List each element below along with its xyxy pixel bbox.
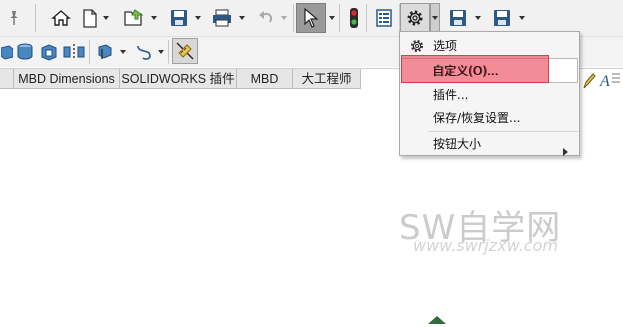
chevron-down-icon[interactable]	[150, 5, 158, 31]
chevron-right-icon	[563, 140, 568, 164]
chevron-down-icon[interactable]	[238, 5, 246, 31]
menu-item-button-size[interactable]: 按钮大小	[400, 132, 579, 156]
save-icon[interactable]	[168, 5, 190, 31]
text-annotation-icon[interactable]: A	[598, 70, 622, 93]
pin-icon[interactable]	[4, 5, 24, 31]
tab-mbd-dimensions[interactable]: MBD Dimensions	[14, 69, 120, 89]
tab-great-engineer[interactable]: 大工程师	[293, 69, 361, 89]
print-icon[interactable]	[209, 5, 235, 31]
undo-icon[interactable]	[255, 5, 277, 31]
reference-geometry-icon[interactable]	[94, 39, 116, 65]
pencil-icon[interactable]	[582, 72, 596, 93]
cylinder-icon[interactable]	[14, 39, 36, 65]
shell-icon[interactable]	[38, 39, 60, 65]
mirror-icon[interactable]	[62, 39, 86, 65]
chevron-down-icon[interactable]	[280, 5, 288, 31]
options-gear-icon[interactable]	[400, 3, 430, 33]
new-file-icon[interactable]	[80, 5, 100, 31]
select-cursor-icon[interactable]	[296, 3, 326, 33]
cube-icon[interactable]	[0, 39, 14, 65]
save-icon[interactable]	[491, 5, 513, 31]
rebuild-traffic-light-icon[interactable]	[345, 5, 363, 31]
chevron-down-icon[interactable]	[157, 39, 165, 65]
watermark-url: www.swrjzxw.com	[413, 236, 558, 255]
instant3d-icon[interactable]	[172, 38, 198, 64]
menu-item-label: 插件...	[433, 88, 469, 102]
highlighted-item-label: 自定义(O)...	[432, 64, 499, 78]
chevron-down-icon[interactable]	[474, 5, 482, 31]
curves-icon[interactable]	[133, 39, 155, 65]
menu-item-save-restore-settings[interactable]: 保存/恢复设置...	[400, 106, 579, 130]
options-dropdown-menu: 选项 自定义(O)... 插件... 保存/恢复设置... 按钮大小	[399, 31, 580, 156]
tab-hidden[interactable]	[0, 69, 14, 89]
tab-solidworks-addins[interactable]: SOLIDWORKS 插件	[120, 69, 237, 89]
chevron-down-icon[interactable]	[102, 5, 110, 31]
chevron-down-icon[interactable]	[430, 3, 440, 33]
menu-item-addins[interactable]: 插件...	[400, 83, 579, 107]
file-properties-icon[interactable]	[373, 5, 395, 31]
save-icon[interactable]	[447, 5, 469, 31]
model-object	[428, 313, 446, 327]
menu-item-label: 保存/恢复设置...	[433, 111, 521, 125]
chevron-down-icon[interactable]	[328, 5, 336, 31]
chevron-down-icon[interactable]	[518, 5, 526, 31]
chevron-down-icon[interactable]	[119, 39, 127, 65]
svg-text:A: A	[599, 73, 610, 90]
chevron-down-icon[interactable]	[194, 5, 202, 31]
home-icon[interactable]	[50, 5, 72, 31]
tab-mbd[interactable]: MBD	[237, 69, 293, 89]
open-icon[interactable]	[122, 5, 146, 31]
menu-item-label: 按钮大小	[433, 137, 482, 151]
